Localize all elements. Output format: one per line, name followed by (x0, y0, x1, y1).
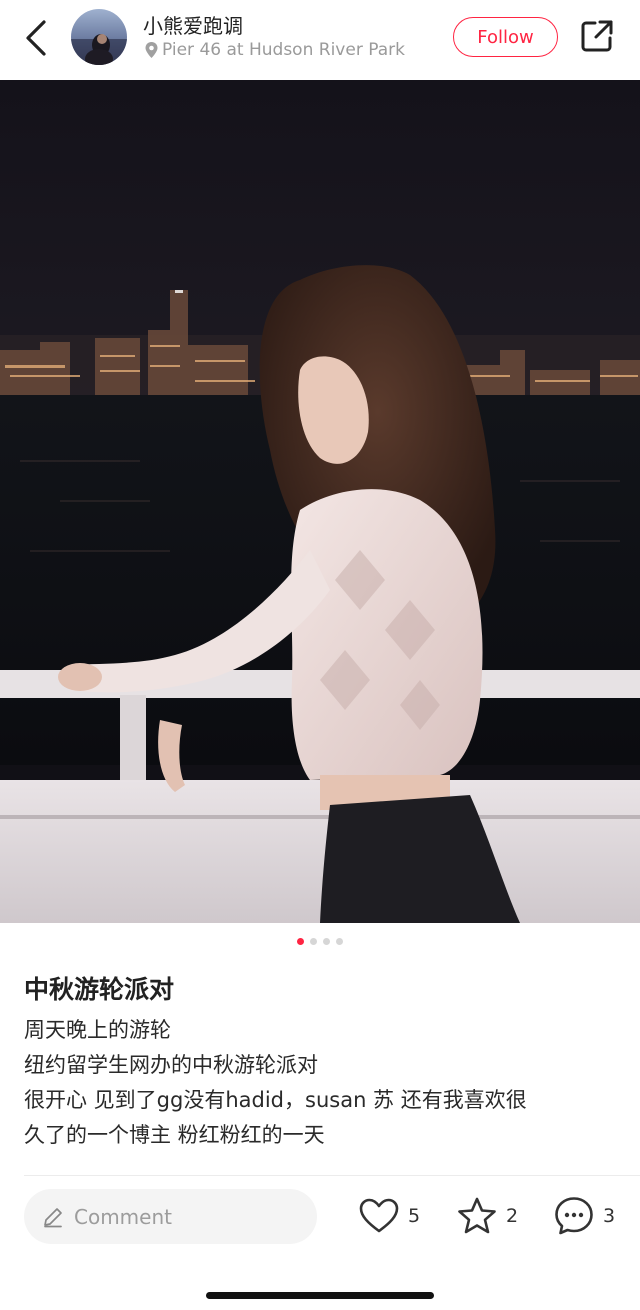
pager-dot-2[interactable] (310, 938, 317, 945)
post-photo[interactable] (0, 80, 640, 923)
comments-button[interactable]: 3 (553, 1194, 615, 1238)
chat-bubble-icon (555, 1197, 593, 1235)
comment-count: 3 (603, 1205, 616, 1227)
avatar-image (71, 9, 127, 65)
gallery-pager[interactable] (0, 938, 640, 948)
post-line-3: 很开心 见到了gg没有hadid，susan 苏 还有我喜欢很 (24, 1088, 527, 1112)
comment-input[interactable]: Comment (24, 1189, 317, 1244)
photo-image (0, 80, 640, 923)
post-line-2: 纽约留学生网办的中秋游轮派对 (24, 1053, 318, 1077)
back-arrow-icon (26, 20, 46, 56)
author-name[interactable]: 小熊爱跑调 (143, 10, 243, 39)
location-pin-icon (145, 42, 158, 58)
share-icon (581, 20, 613, 52)
post-body: 周天晚上的游轮 纽约留学生网办的中秋游轮派对 很开心 见到了gg没有hadid，… (24, 1013, 624, 1153)
post-line-4: 久了的一个博主 粉红粉红的一天 (24, 1123, 325, 1147)
post-header: 小熊爱跑调 Pier 46 at Hudson River Park Follo… (0, 0, 640, 80)
pager-dot-1[interactable] (297, 938, 304, 945)
comment-placeholder: Comment (74, 1204, 172, 1229)
post-line-1: 周天晚上的游轮 (24, 1018, 171, 1042)
author-avatar[interactable] (71, 9, 127, 65)
star-icon (458, 1197, 496, 1234)
share-button[interactable] (579, 18, 615, 54)
like-button[interactable]: 5 (358, 1194, 420, 1238)
follow-button[interactable]: Follow (453, 17, 558, 57)
pencil-icon (44, 1207, 62, 1227)
back-button[interactable] (18, 18, 54, 58)
location-tag[interactable]: Pier 46 at Hudson River Park (144, 40, 405, 60)
collect-button[interactable]: 2 (456, 1194, 518, 1238)
divider (24, 1175, 640, 1176)
collect-count: 2 (506, 1205, 519, 1227)
heart-icon (359, 1198, 399, 1233)
location-text: Pier 46 at Hudson River Park (162, 40, 405, 60)
pager-dot-3[interactable] (323, 938, 330, 945)
post-title: 中秋游轮派对 (24, 975, 175, 1004)
pager-dot-4[interactable] (336, 938, 343, 945)
home-indicator[interactable] (206, 1292, 434, 1299)
like-count: 5 (408, 1205, 421, 1227)
